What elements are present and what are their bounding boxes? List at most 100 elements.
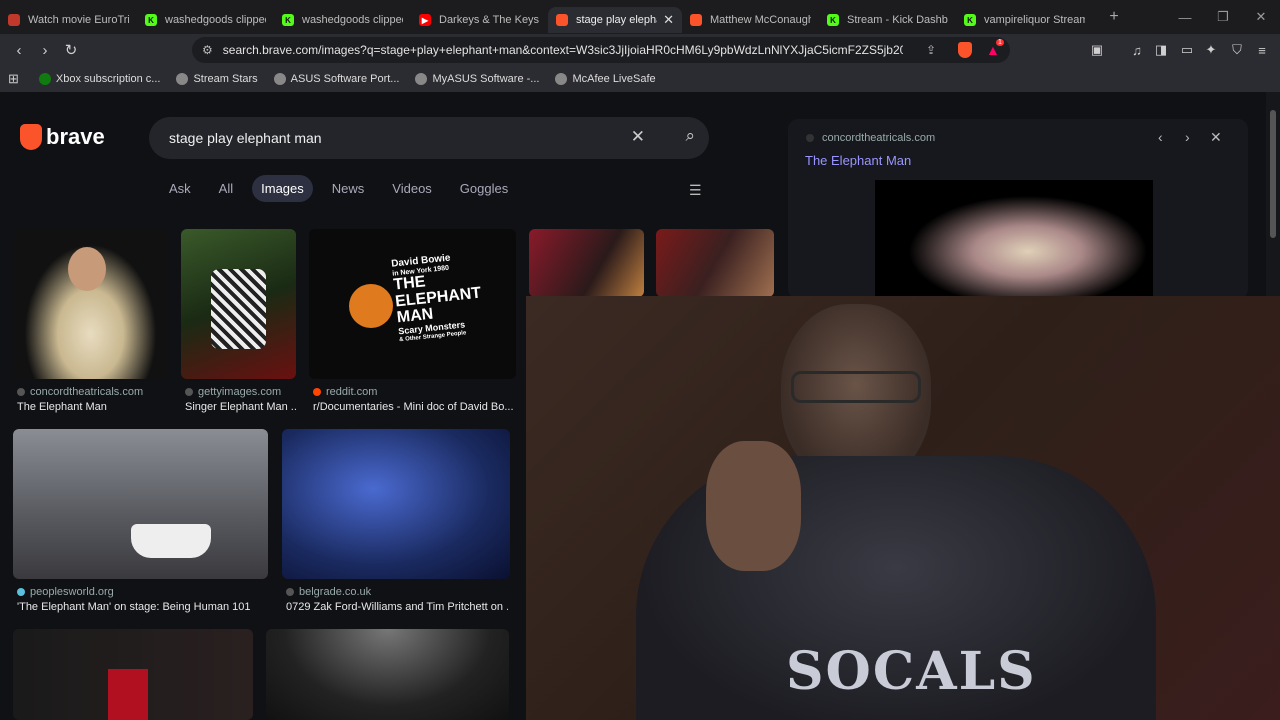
result-caption[interactable]: The Elephant Man bbox=[17, 401, 167, 413]
result-source[interactable]: gettyimages.com bbox=[185, 386, 281, 398]
forward-icon[interactable]: › bbox=[32, 37, 58, 63]
brave-logo[interactable]: brave bbox=[20, 124, 105, 150]
reload-icon[interactable]: ↻ bbox=[58, 37, 84, 63]
result-source[interactable]: belgrade.co.uk bbox=[286, 586, 371, 598]
site-favicon bbox=[313, 388, 321, 396]
tab-title: Matthew McConaughey bbox=[710, 14, 811, 26]
leo-ai-icon[interactable]: ✦ bbox=[1202, 41, 1220, 59]
bathtub-shape bbox=[131, 524, 211, 558]
brave-shields-icon[interactable] bbox=[958, 42, 972, 58]
bookmark-item[interactable]: MyASUS Software -... bbox=[415, 73, 539, 85]
screenshot-icon[interactable]: ▣ bbox=[1088, 41, 1106, 59]
tab-news[interactable]: News bbox=[323, 175, 374, 202]
search-box[interactable]: stage play elephant man ✕ ⌕ bbox=[149, 117, 709, 159]
share-icon[interactable]: ⇪ bbox=[926, 43, 936, 57]
image-result[interactable] bbox=[13, 229, 168, 379]
site-favicon bbox=[806, 134, 814, 142]
vpn-icon[interactable]: ⛉ bbox=[1228, 41, 1246, 59]
result-caption[interactable]: Singer Elephant Man ... bbox=[185, 401, 297, 413]
bookmark-item[interactable]: Xbox subscription c... bbox=[38, 73, 160, 85]
youtube-icon: ▶ bbox=[419, 14, 431, 26]
url-text[interactable]: search.brave.com/images?q=stage+play+ele… bbox=[223, 43, 903, 57]
bowie-text: David Bowie in New York 1980 THE ELEPHAN… bbox=[391, 251, 486, 344]
apps-icon[interactable]: ⊞ bbox=[8, 71, 19, 87]
image-result[interactable] bbox=[13, 429, 268, 579]
site-favicon bbox=[17, 588, 25, 596]
bookmark-item[interactable]: Stream Stars bbox=[176, 73, 258, 85]
browser-tab[interactable]: Matthew McConaughey bbox=[682, 7, 819, 33]
image-result[interactable] bbox=[181, 229, 296, 379]
previous-icon[interactable]: ‹ bbox=[1158, 129, 1163, 145]
bookmarks-bar: ⊞ Xbox subscription c... Stream Stars AS… bbox=[0, 66, 1280, 92]
filter-icon[interactable]: ☰ bbox=[689, 182, 702, 199]
result-caption[interactable]: 'The Elephant Man' on stage: Being Human… bbox=[17, 601, 267, 613]
image-result[interactable] bbox=[266, 629, 509, 720]
bookmark-item[interactable]: ASUS Software Port... bbox=[273, 73, 399, 85]
close-preview-icon[interactable]: ✕ bbox=[1210, 129, 1222, 146]
image-result[interactable] bbox=[529, 229, 644, 297]
window-close-icon[interactable]: ✕ bbox=[1242, 0, 1280, 34]
search-icon[interactable]: ⌕ bbox=[685, 126, 695, 146]
tab-title: Darkeys & The Keys bbox=[439, 14, 540, 26]
source-label: gettyimages.com bbox=[198, 386, 282, 398]
browser-tab[interactable]: Kvampireliquor Stream bbox=[956, 7, 1093, 33]
tab-videos[interactable]: Videos bbox=[383, 175, 441, 202]
site-settings-icon[interactable]: ⚙ bbox=[202, 43, 213, 57]
bookmark-item[interactable]: McAfee LiveSafe bbox=[555, 73, 656, 85]
tab-all[interactable]: All bbox=[210, 175, 242, 202]
wallet-icon[interactable]: ▭ bbox=[1178, 41, 1196, 59]
tab-ask[interactable]: Ask bbox=[160, 175, 200, 202]
tab-images[interactable]: Images bbox=[252, 175, 313, 202]
result-source[interactable]: reddit.com bbox=[313, 386, 377, 398]
shirt-text: SOCALS bbox=[786, 641, 1037, 702]
preview-title[interactable]: The Elephant Man bbox=[805, 153, 911, 168]
clear-icon[interactable]: ✕ bbox=[631, 127, 645, 147]
next-icon[interactable]: › bbox=[1185, 129, 1190, 145]
tab-strip: Watch movie EuroTrip Kwashedgoods clippe… bbox=[0, 0, 1280, 34]
result-caption[interactable]: r/Documentaries - Mini doc of David Bo..… bbox=[313, 401, 513, 413]
tab-title: stage play elephant man bbox=[576, 14, 657, 26]
performer-figure bbox=[211, 269, 266, 349]
kick-icon: K bbox=[282, 14, 294, 26]
red-cloth-shape bbox=[108, 669, 148, 720]
glasses-shape bbox=[791, 371, 921, 403]
image-result[interactable]: David Bowie in New York 1980 THE ELEPHAN… bbox=[309, 229, 516, 379]
sidebar-icon[interactable]: ◨ bbox=[1152, 41, 1170, 59]
result-caption[interactable]: 0729 Zak Ford-Williams and Tim Pritchett… bbox=[286, 601, 508, 613]
tab-title: Watch movie EuroTrip bbox=[28, 14, 129, 26]
minimize-icon[interactable]: — bbox=[1166, 0, 1204, 34]
browser-tab[interactable]: ▶ Darkeys & The Keys bbox=[411, 7, 548, 33]
preview-image[interactable] bbox=[875, 180, 1153, 299]
image-result[interactable] bbox=[282, 429, 510, 579]
menu-icon[interactable]: ≡ bbox=[1253, 41, 1271, 59]
image-result[interactable] bbox=[656, 229, 774, 297]
webcam-overlay: SOCALS bbox=[526, 296, 1280, 720]
browser-tab[interactable]: K Stream - Kick Dashboard bbox=[819, 7, 956, 33]
source-label: peoplesworld.org bbox=[30, 586, 114, 598]
globe-icon bbox=[555, 73, 568, 85]
preview-source[interactable]: concordtheatricals.com bbox=[806, 132, 935, 144]
browser-tab-active[interactable]: stage play elephant man ✕ bbox=[548, 7, 682, 33]
result-source[interactable]: concordtheatricals.com bbox=[17, 386, 143, 398]
bookmark-label: Stream Stars bbox=[193, 73, 258, 85]
search-input[interactable]: stage play elephant man bbox=[169, 130, 322, 146]
tab-goggles[interactable]: Goggles bbox=[451, 175, 517, 202]
browser-tab[interactable]: Kwashedgoods clipped bbox=[137, 7, 274, 33]
image-result[interactable] bbox=[13, 629, 253, 720]
bookmark-label: MyASUS Software -... bbox=[432, 73, 540, 85]
address-bar[interactable]: ⚙ search.brave.com/images?q=stage+play+e… bbox=[192, 37, 1010, 63]
new-tab-button[interactable]: + bbox=[1101, 8, 1127, 26]
globe-icon bbox=[176, 73, 189, 85]
search-tabs: Ask All Images News Videos Goggles bbox=[160, 175, 527, 202]
media-icon[interactable]: ♫ bbox=[1128, 41, 1146, 59]
back-icon[interactable]: ‹ bbox=[6, 37, 32, 63]
rewards-badge: 1 bbox=[996, 39, 1004, 46]
close-tab-icon[interactable]: ✕ bbox=[663, 12, 674, 28]
scrollbar-thumb[interactable] bbox=[1270, 110, 1276, 238]
browser-tab[interactable]: Watch movie EuroTrip bbox=[0, 7, 137, 33]
preview-source-label: concordtheatricals.com bbox=[822, 132, 936, 144]
brave-lion-icon bbox=[20, 124, 42, 150]
result-source[interactable]: peoplesworld.org bbox=[17, 586, 114, 598]
maximize-icon[interactable]: ❐ bbox=[1204, 0, 1242, 34]
browser-tab[interactable]: Kwashedgoods clipped bbox=[274, 7, 411, 33]
